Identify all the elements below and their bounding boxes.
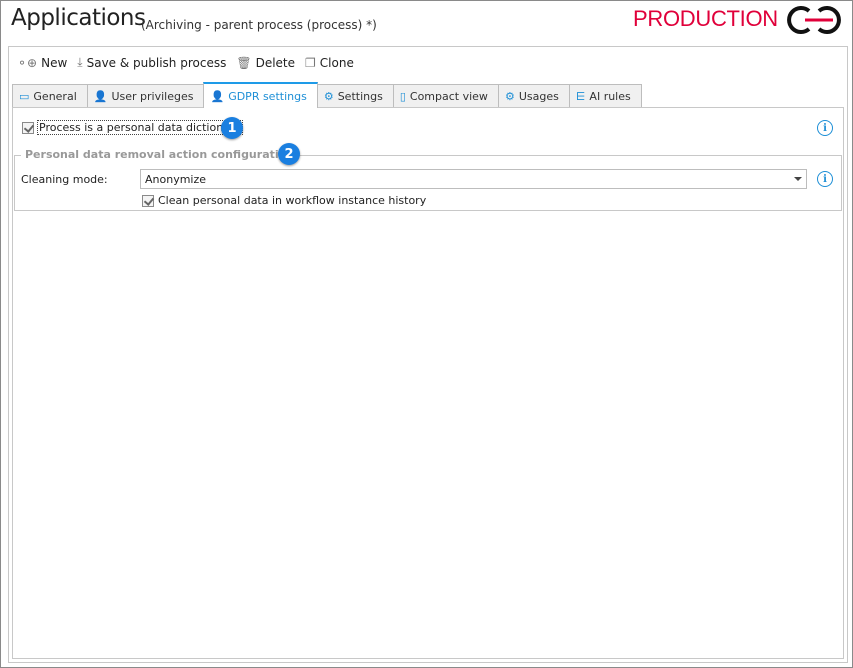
personal-data-dictionary-checkbox[interactable]: Process is a personal data dictionary (22, 120, 243, 135)
gdpr-content: Process is a personal data dictionary 1 … (12, 107, 844, 659)
tab-user-privileges[interactable]: 👤 User privileges (86, 84, 205, 108)
window-gear-icon: ⚙ (323, 90, 334, 103)
tab-general[interactable]: ▭ General (12, 84, 88, 108)
cleaning-mode-label: Cleaning mode: (21, 173, 108, 186)
tab-compact-view[interactable]: ▯ Compact view (392, 84, 499, 108)
checkbox-checked[interactable] (22, 121, 34, 134)
trash-icon: 🗑 (236, 55, 252, 70)
checkbox-checked[interactable] (142, 194, 154, 207)
group-title: Personal data removal action configurati… (21, 148, 299, 161)
user-lock-icon: 👤 (93, 90, 108, 103)
user-shield-icon: 👤 (210, 89, 225, 103)
new-button[interactable]: ⚬⊕ New (17, 56, 67, 70)
tab-ai-rules[interactable]: ⋿ AI rules (568, 84, 642, 108)
tab-usages[interactable]: ⚙ Usages (497, 84, 570, 108)
chevron-down-icon (794, 177, 802, 181)
phone-icon: ▯ (399, 90, 406, 103)
page-title: Applications (11, 5, 146, 31)
copy-icon: ❐ (305, 55, 316, 70)
save-publish-button[interactable]: ⤓ Save & publish process (77, 55, 226, 70)
clean-history-checkbox[interactable]: Clean personal data in workflow instance… (142, 194, 426, 207)
info-icon[interactable]: i (817, 171, 833, 187)
clone-button[interactable]: ❐ Clone (305, 56, 354, 70)
toolbar: ⚬⊕ New ⤓ Save & publish process 🗑 Delete ❐ C… (17, 55, 354, 70)
window-icon: ▭ (19, 90, 30, 103)
page-subtitle: (Archiving - parent process (process) *) (141, 18, 377, 32)
delete-button[interactable]: 🗑 Delete (236, 56, 295, 70)
application-window: Applications (Archiving - parent process… (0, 0, 853, 668)
logo-icon (787, 6, 841, 34)
callout-badge-1: 1 (221, 117, 243, 139)
flow-icon: ⋿ (575, 90, 586, 103)
callout-badge-2: 2 (278, 143, 300, 165)
info-icon[interactable]: i (817, 120, 833, 136)
main-panel: ⚬⊕ New ⤓ Save & publish process 🗑 Delete ❐ C… (8, 46, 848, 663)
save-icon: ⤓ (77, 55, 83, 69)
cleaning-mode-select[interactable]: Anonymize (140, 169, 807, 189)
tab-gdpr-settings[interactable]: 👤 GDPR settings (203, 82, 318, 108)
tab-bar: ▭ General 👤 User privileges 👤 GDPR settings… (12, 82, 642, 108)
environment-label: PRODUCTION (633, 6, 778, 31)
new-icon: ⚬⊕ (17, 55, 38, 70)
tab-settings[interactable]: ⚙ Settings (316, 84, 394, 108)
gear-hand-icon: ⚙ (504, 90, 515, 103)
